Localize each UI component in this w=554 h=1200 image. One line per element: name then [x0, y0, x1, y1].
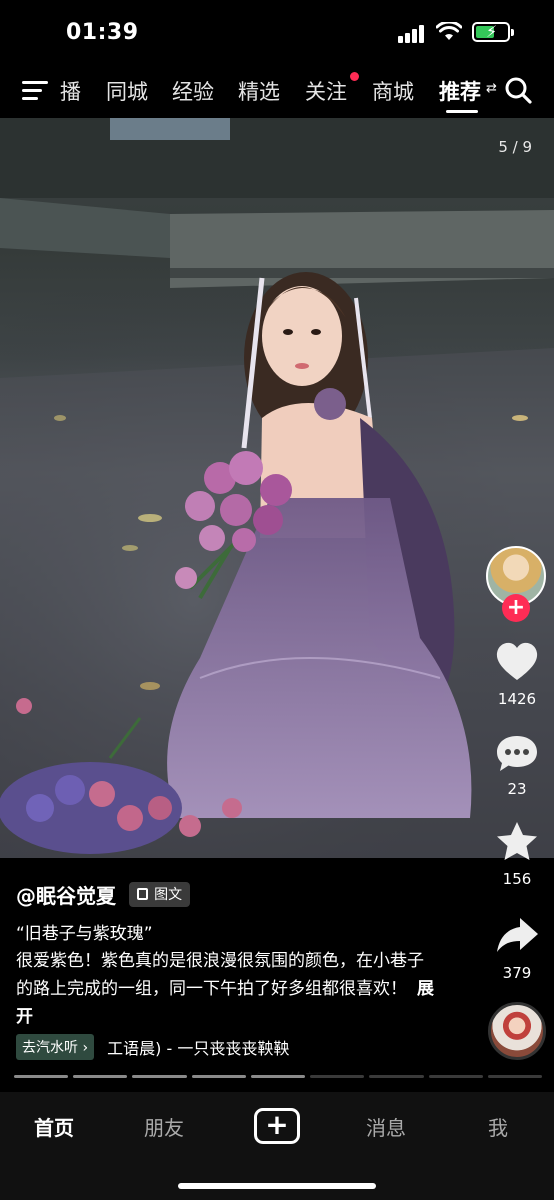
- image-text-icon: [137, 888, 149, 900]
- music-badge[interactable]: 去汽水听 ›: [16, 1034, 95, 1060]
- nav-messages[interactable]: 消息: [366, 1112, 406, 1141]
- progress-segment: [132, 1075, 187, 1078]
- nav-me[interactable]: 我: [488, 1112, 508, 1141]
- comment-icon[interactable]: [494, 732, 540, 776]
- menu-icon[interactable]: [22, 80, 48, 102]
- home-indicator: [178, 1183, 376, 1189]
- tab-broadcast[interactable]: 播: [60, 76, 81, 106]
- music-disc[interactable]: [488, 1002, 546, 1060]
- status-time: 01:39: [66, 20, 139, 45]
- status-bar: 01:39 ⚡: [0, 0, 554, 62]
- comment-count: 23: [507, 780, 527, 798]
- signal-icon: [398, 25, 426, 43]
- notification-dot: [350, 72, 359, 81]
- active-tab-indicator: [446, 110, 478, 113]
- nav-home[interactable]: 首页: [34, 1112, 74, 1141]
- photo-illustration: [0, 118, 554, 858]
- music-row[interactable]: 去汽水听 › 工语晨) - 一只丧丧丧鞅鞅: [16, 1034, 336, 1060]
- share-count: 379: [502, 964, 532, 982]
- like-count: 1426: [497, 690, 537, 708]
- progress-segment: [369, 1075, 424, 1078]
- post-caption: @眠谷觉夏 图文 “旧巷子与紫玫瑰” 很爱紫色！紫色真的是很浪漫很氛围的颜色，在…: [16, 880, 456, 1031]
- progress-segment: [428, 1075, 483, 1078]
- tab-following[interactable]: 关注: [305, 76, 347, 106]
- favorite-star-icon[interactable]: [494, 820, 540, 864]
- progress-segment: [191, 1075, 246, 1078]
- page-counter: 5 / 9: [498, 138, 532, 156]
- top-nav: 播 同城 经验 精选 关注 商城 推荐 ⇄: [0, 62, 554, 118]
- like-icon[interactable]: [494, 640, 540, 684]
- battery-icon: ⚡: [472, 22, 510, 42]
- post-body[interactable]: 很爱紫色！紫色真的是很浪漫很氛围的颜色，在小巷子的路上完成的一组，同一下午拍了好…: [16, 947, 436, 1031]
- progress-segment: [73, 1075, 128, 1078]
- progress-segment: [250, 1075, 306, 1078]
- search-icon[interactable]: [504, 76, 532, 104]
- favorite-count: 156: [502, 870, 532, 888]
- progress-segment: [310, 1075, 365, 1078]
- tab-recommend[interactable]: 推荐: [439, 76, 481, 106]
- post-type-tag: 图文: [129, 882, 191, 907]
- post-title: “旧巷子与紫玫瑰”: [16, 924, 153, 944]
- wifi-icon: [436, 22, 462, 40]
- switch-arrows-icon: ⇄: [486, 81, 497, 96]
- author-name[interactable]: @眠谷觉夏: [16, 880, 116, 909]
- follow-button[interactable]: +: [502, 594, 530, 622]
- share-icon[interactable]: [494, 914, 540, 958]
- tab-experience[interactable]: 经验: [172, 76, 214, 106]
- tab-featured[interactable]: 精选: [238, 76, 280, 106]
- tab-local[interactable]: 同城: [106, 76, 148, 106]
- nav-friends[interactable]: 朋友: [144, 1112, 184, 1141]
- create-button[interactable]: +: [254, 1108, 300, 1144]
- post-photo[interactable]: 5 / 9: [0, 118, 554, 858]
- progress-segment: [487, 1075, 542, 1078]
- image-progress: [14, 1075, 542, 1079]
- tab-mall[interactable]: 商城: [372, 76, 414, 106]
- music-title: 工语晨) - 一只丧丧丧鞅鞅: [107, 1039, 290, 1058]
- progress-segment: [14, 1075, 69, 1078]
